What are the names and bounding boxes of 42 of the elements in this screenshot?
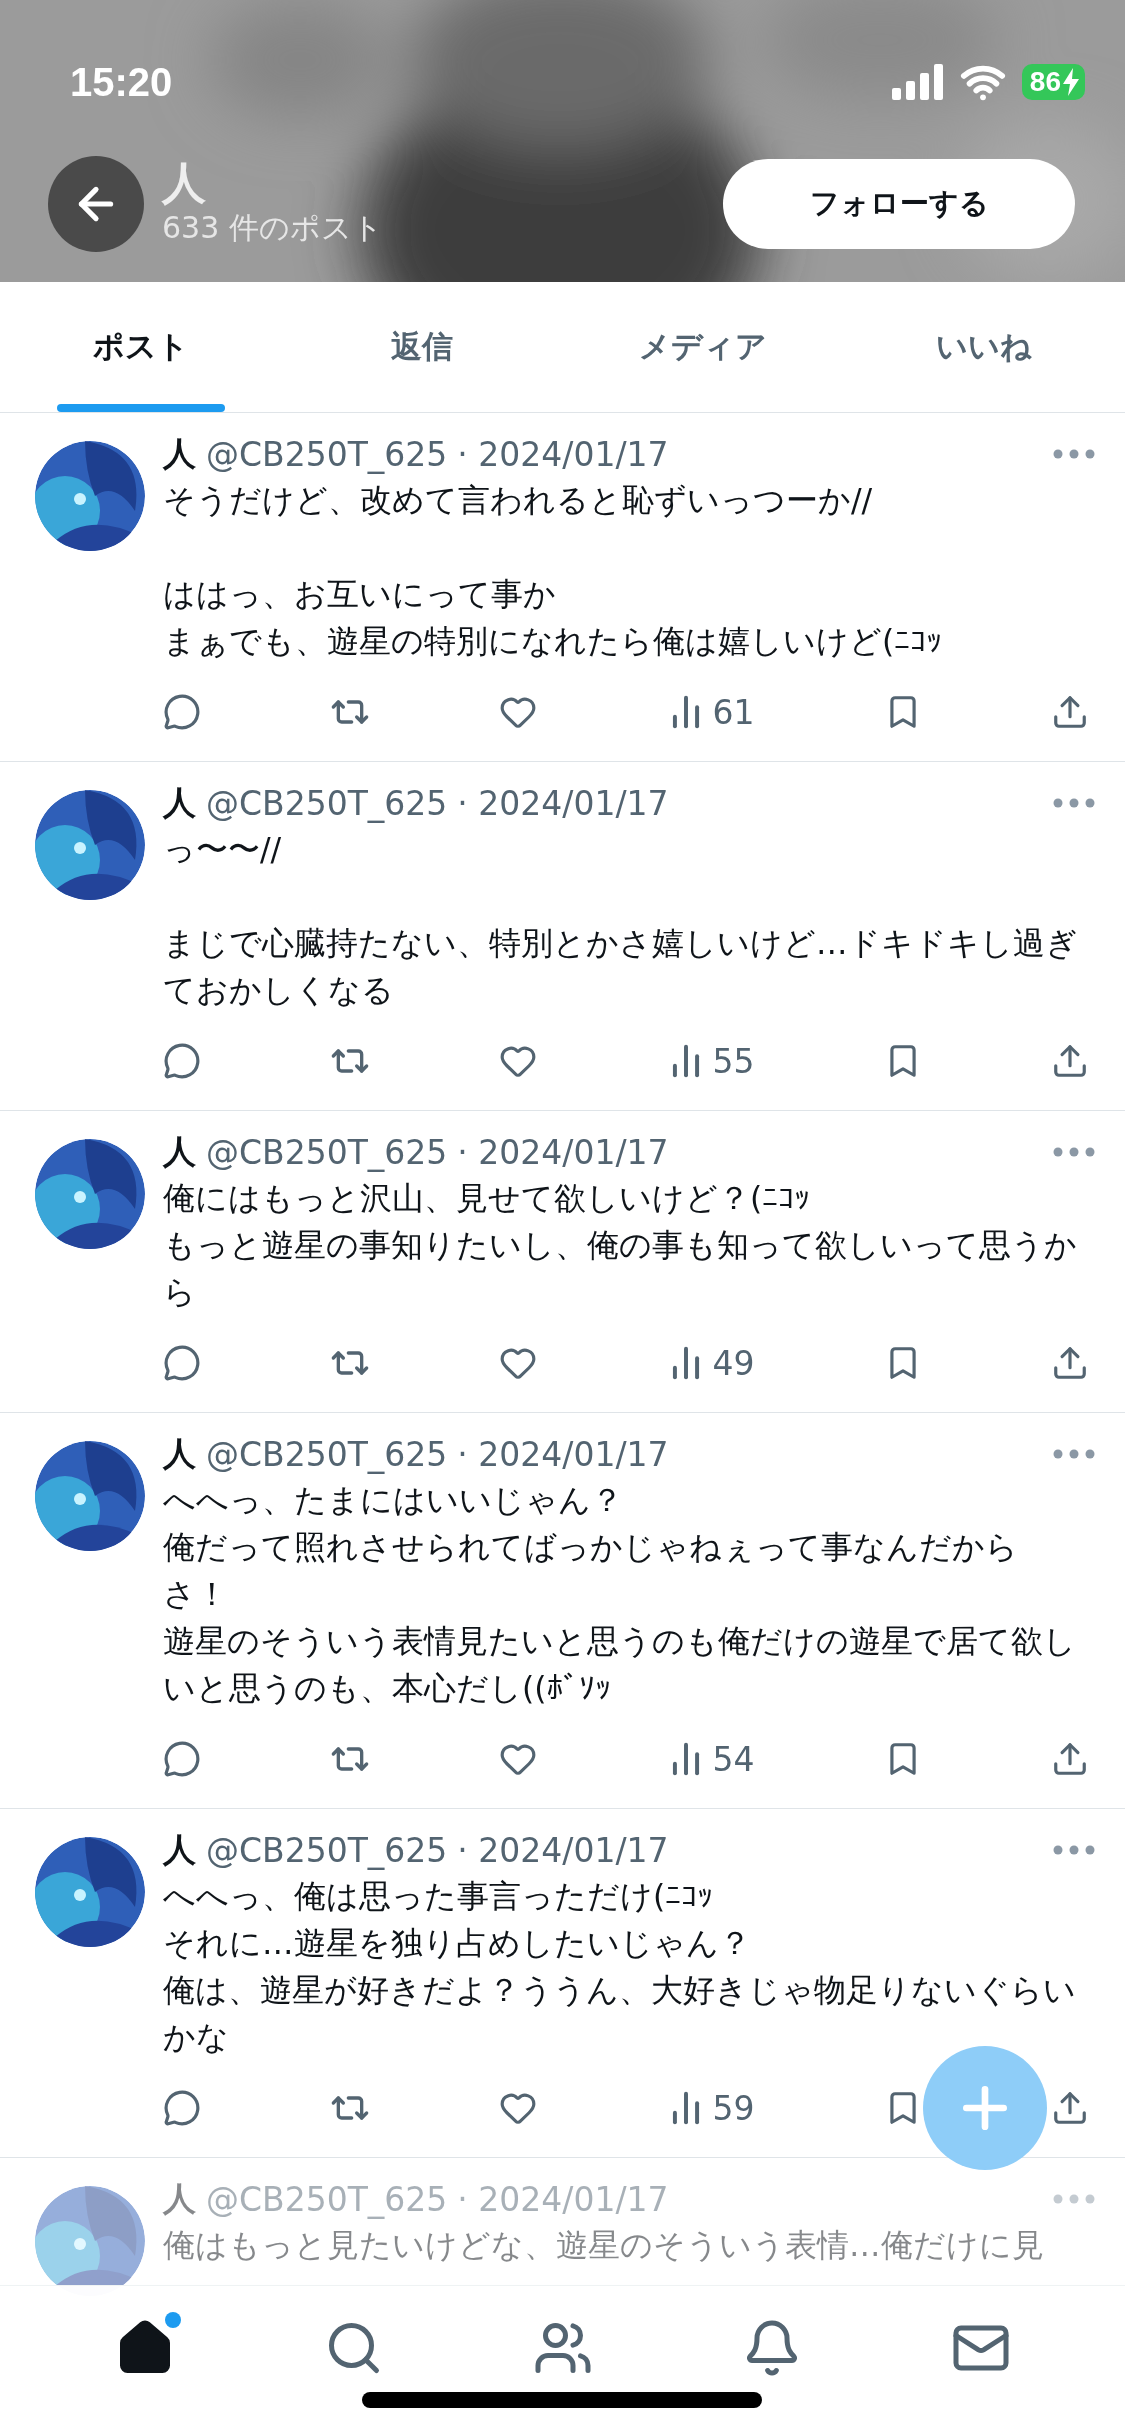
views-button[interactable]: 49 bbox=[666, 1343, 755, 1383]
post-text: へへっ、たまにはいいじゃん？ bbox=[163, 1481, 624, 1520]
post-count: 633 件のポスト bbox=[162, 208, 384, 247]
post-text: まじで心臓持たない、特別とかさ嬉しいけど…ドキドキし過ぎておかしくなる bbox=[163, 924, 1079, 1010]
author-name: 人 bbox=[163, 1130, 196, 1173]
status-time: 15:20 bbox=[70, 59, 173, 105]
post-date: · 2024/01/17 bbox=[457, 1434, 669, 1474]
author-name: 人 bbox=[163, 432, 196, 475]
author-name: 人 bbox=[163, 1432, 196, 1475]
post-text: へへっ、俺は思った事言っただけ(ﾆｺｯ bbox=[163, 1877, 715, 1916]
post-text: 遊星のそういう表情見たいと思うのも俺だけの遊星で居て欲しいと思うのも、本心だし((ﾎﾞｿｯ bbox=[163, 1622, 1077, 1708]
author-name: 人 bbox=[163, 2177, 196, 2220]
battery-percent: 86 bbox=[1029, 66, 1061, 98]
profile-name: 人 bbox=[162, 159, 207, 208]
post-date: · 2024/01/17 bbox=[457, 1830, 669, 1870]
post-handle: @CB250T_625 bbox=[206, 1830, 448, 1870]
author-name: 人 bbox=[163, 781, 196, 824]
post-handle: @CB250T_625 bbox=[206, 1132, 448, 1172]
post-text: もっと遊星の事知りたいし、俺の事も知って欲しいって思うから bbox=[163, 1226, 1078, 1312]
post-date: · 2024/01/17 bbox=[457, 1132, 669, 1172]
follow-button[interactable]: フォローする bbox=[723, 159, 1075, 249]
post-text: 俺は、遊星が好きだよ？ううん、大好きじゃ物足りないぐらいかな bbox=[163, 1971, 1077, 2057]
post-text: 俺にはもっと沢山、見せて欲しいけど？(ﾆｺｯ bbox=[163, 1179, 812, 1218]
post-handle: @CB250T_625 bbox=[206, 783, 448, 823]
author-name: 人 bbox=[163, 1828, 196, 1871]
post-handle: @CB250T_625 bbox=[206, 2179, 448, 2219]
views-button[interactable]: 61 bbox=[666, 692, 755, 732]
post-text: まぁでも、遊星の特別になれたら俺は嬉しいけど(ﾆｺｯ bbox=[163, 622, 944, 661]
post-date: · 2024/01/17 bbox=[457, 783, 669, 823]
post-handle: @CB250T_625 bbox=[206, 434, 448, 474]
post-text: 俺だって照れさせられてばっかじゃねぇって事なんだからさ！ bbox=[163, 1528, 1019, 1614]
post-text: っ〜〜// bbox=[163, 830, 283, 869]
views-button[interactable]: 55 bbox=[666, 1041, 755, 1081]
post-handle: @CB250T_625 bbox=[206, 1434, 448, 1474]
post-text: そうだけど、改めて言われると恥ずいっつーか// bbox=[163, 481, 874, 520]
post-date: · 2024/01/17 bbox=[457, 2179, 669, 2219]
post-text: ははっ、お互いにって事か bbox=[163, 575, 557, 614]
views-button[interactable]: 54 bbox=[666, 1739, 755, 1779]
post-date: · 2024/01/17 bbox=[457, 434, 669, 474]
views-button[interactable]: 59 bbox=[666, 2088, 755, 2128]
post-text: それに…遊星を独り占めしたいじゃん？ bbox=[163, 1924, 752, 1963]
post-text: 俺はもっと見たいけどな、遊星のそういう表情…俺だけに見 bbox=[163, 2226, 1045, 2265]
